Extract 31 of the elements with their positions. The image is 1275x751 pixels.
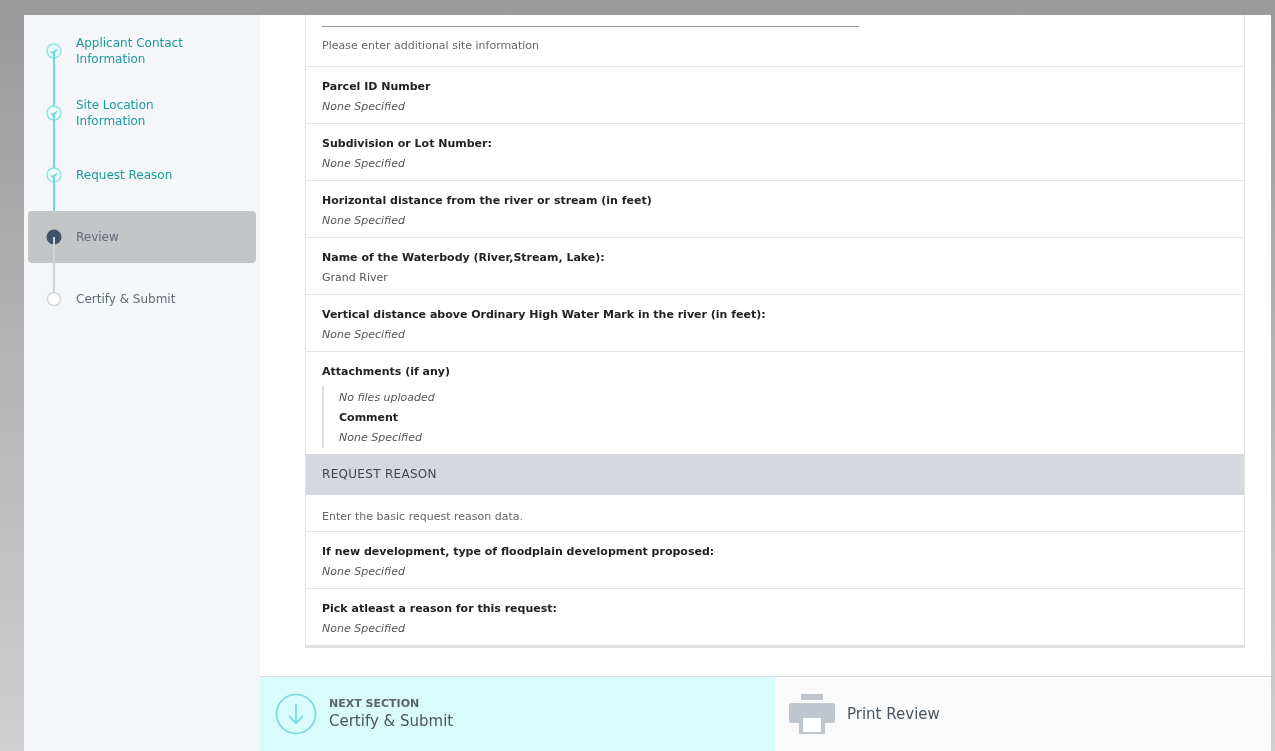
next-section-label: Certify & Submit [329,711,454,731]
field-label: Attachments (if any) [322,363,452,380]
field-label: Vertical distance above Ordinary High Water Mark in the river (in feet): [322,306,767,323]
field-value: None Specified [322,326,406,343]
field-label: Horizontal distance from the river or stream (in feet) [322,192,653,209]
comment-label: Comment [339,409,400,426]
field-label: Pick atleast a reason for this request: [322,601,558,617]
section-description: Please enter additional site information [322,38,540,54]
step-item[interactable]: Site Location Information [28,87,256,139]
field-value: None Specified [322,564,406,580]
next-section-caption: NEXT SECTION [329,697,421,711]
field-value: None Specified [322,98,406,115]
print-review-button[interactable]: Print Review [775,677,1271,751]
field-value: None Specified [322,212,406,229]
field-label: Parcel ID Number [322,78,432,95]
attachment-status: No files uploaded [339,389,436,406]
step-item[interactable]: Request Reason [28,149,256,201]
step-item[interactable]: Applicant Contact Information [28,25,256,77]
section-description: Enter the basic request reason data. [321,508,524,525]
step-item[interactable]: Review [28,211,256,263]
field-value: None Specified [322,621,406,637]
field-label: Name of the Waterbody (River,Stream, Lake): [322,249,606,266]
field-label: If new development, type of floodplain development proposed: [322,544,716,560]
field-value: Grand River [322,269,389,286]
step-item[interactable]: Certify & Submit [28,273,256,325]
comment-value: None Specified [339,429,423,446]
printer-icon [789,694,835,734]
field-value: None Specified [322,155,406,172]
field-label: Subdivision or Lot Number: [322,135,493,152]
section-header: REQUEST REASON [306,453,1244,495]
next-section-button[interactable]: NEXT SECTION Certify & Submit [260,677,775,751]
